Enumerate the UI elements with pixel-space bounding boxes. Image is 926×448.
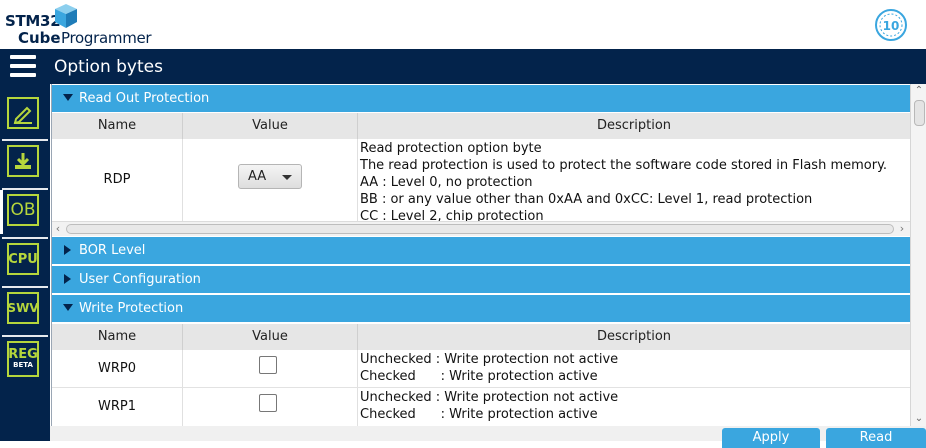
ob-icon: OB — [7, 194, 39, 226]
swv-icon: SWV — [7, 292, 39, 324]
rdp-description: Read protection option byte The read pro… — [360, 140, 908, 222]
table-header: Name Value Description — [52, 113, 910, 139]
chevron-down-icon — [282, 175, 292, 180]
rdp-desc-line: CC : Level 2, chip protection — [360, 209, 544, 222]
scrollbar-thumb[interactable] — [914, 100, 925, 126]
vertical-scrollbar[interactable]: ⌃ ⌄ — [910, 84, 926, 426]
scrollbar-thumb[interactable] — [66, 224, 894, 234]
column-header-name: Name — [52, 324, 183, 350]
collapse-arrow-icon — [63, 304, 73, 311]
wrp0-value-cell — [183, 350, 358, 387]
scroll-right-icon[interactable]: › — [896, 222, 908, 236]
table-row-wrp1: WRP1 Unchecked : Write protection not ac… — [52, 388, 910, 426]
wrp-desc-line: Checked : Write protection active — [360, 407, 598, 422]
scroll-up-icon[interactable]: ⌃ — [911, 84, 926, 98]
section-bor-level[interactable]: BOR Level — [52, 237, 910, 264]
collapse-arrow-icon — [63, 94, 73, 101]
wrp1-name: WRP1 — [52, 388, 183, 426]
column-header-value: Value — [183, 113, 358, 139]
rdp-desc-line: BB : or any value other than 0xAA and 0x… — [360, 192, 813, 207]
cpu-icon: CPU — [7, 243, 39, 275]
horizontal-scrollbar[interactable]: ‹ › — [52, 221, 910, 236]
section-read-out-protection[interactable]: Read Out Protection — [52, 85, 910, 112]
table-row-wrp0: WRP0 Unchecked : Write protection not ac… — [52, 350, 910, 388]
table-row-rdp: RDP AA Read protection option byte The r… — [52, 139, 910, 222]
pencil-icon — [7, 97, 39, 129]
scroll-down-icon[interactable]: ⌄ — [911, 412, 926, 426]
logo-programmer-text: Programmer — [61, 29, 152, 47]
cpu-nav-button[interactable]: CPU — [0, 239, 50, 283]
swv-nav-button[interactable]: SWV — [0, 288, 50, 332]
rdp-value-select[interactable]: AA — [238, 164, 302, 189]
rdp-desc-line: The read protection is used to protect t… — [360, 158, 888, 173]
section-user-configuration[interactable]: User Configuration — [52, 266, 910, 293]
wrp1-description: Unchecked : Write protection not active … — [360, 389, 908, 423]
app-header: STM32 Cube Programmer 10 — [0, 0, 926, 49]
logo-cube-text: Cube — [18, 29, 61, 47]
option-bytes-panel: Read Out Protection Name Value Descripti… — [51, 84, 911, 426]
rdp-selected-value: AA — [248, 169, 267, 184]
cube-icon — [55, 4, 77, 28]
reg-label: REG — [8, 347, 38, 362]
wrp1-value-cell — [183, 388, 358, 426]
wrp0-checkbox[interactable] — [259, 356, 277, 374]
rdp-name: RDP — [52, 139, 183, 221]
read-button[interactable]: Read — [826, 428, 926, 448]
wrp0-description: Unchecked : Write protection not active … — [360, 351, 908, 385]
page-title-bar: Option bytes — [50, 49, 926, 84]
hamburger-menu-icon[interactable] — [10, 55, 36, 77]
badge-number: 10 — [883, 19, 900, 33]
column-header-description: Description — [596, 118, 672, 133]
wrp0-name: WRP0 — [52, 350, 183, 387]
section-title: User Configuration — [79, 272, 201, 287]
rdp-desc-line: Read protection option byte — [360, 141, 542, 156]
column-header-value: Value — [183, 324, 358, 350]
rdp-value-cell: AA — [183, 139, 358, 221]
beta-label: BETA — [13, 361, 33, 369]
section-title: Read Out Protection — [79, 91, 210, 106]
section-write-protection[interactable]: Write Protection — [52, 295, 910, 322]
expand-arrow-icon — [64, 274, 71, 284]
page-title: Option bytes — [54, 57, 163, 77]
memory-edit-nav-button[interactable] — [0, 93, 50, 137]
stm32cubeprogrammer-logo: STM32 Cube Programmer — [5, 3, 152, 47]
option-bytes-nav-button[interactable]: OB — [0, 190, 50, 234]
scroll-left-icon[interactable]: ‹ — [52, 222, 64, 236]
wrp1-checkbox[interactable] — [259, 394, 277, 412]
rdp-desc-line: AA : Level 0, no protection — [360, 175, 533, 190]
column-header-description: Description — [596, 329, 672, 344]
anniversary-badge-icon: 10 — [875, 9, 907, 41]
section-title: Write Protection — [79, 301, 184, 316]
column-header-name: Name — [52, 113, 183, 139]
download-icon — [7, 145, 39, 177]
table-header: Name Value Description — [52, 324, 910, 350]
wrp-desc-line: Unchecked : Write protection not active — [360, 390, 619, 405]
section-title: BOR Level — [79, 243, 146, 258]
expand-arrow-icon — [64, 245, 71, 255]
reg-icon: REG BETA — [7, 341, 39, 377]
wrp-desc-line: Checked : Write protection active — [360, 369, 598, 384]
left-navigation-rail: OB CPU SWV REG BETA — [0, 49, 50, 441]
download-nav-button[interactable] — [0, 141, 50, 185]
registers-nav-button[interactable]: REG BETA — [0, 337, 50, 385]
apply-button[interactable]: Apply — [722, 428, 820, 448]
wrp-desc-line: Unchecked : Write protection not active — [360, 352, 619, 367]
